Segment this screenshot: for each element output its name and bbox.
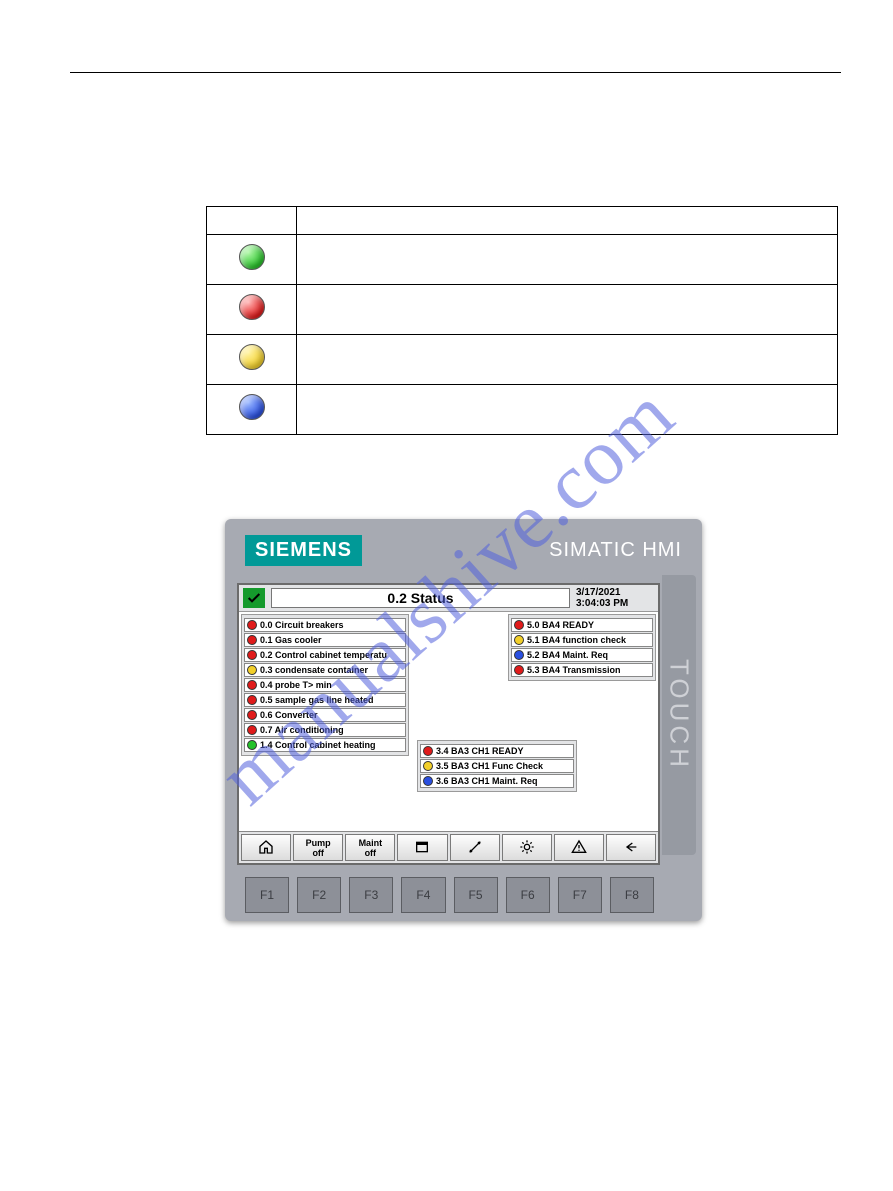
fkey-f8[interactable]: F8 bbox=[610, 877, 654, 913]
gear-icon bbox=[519, 839, 535, 857]
model-label: SIMATIC HMI bbox=[549, 539, 682, 562]
screen-titlebar: 0.2 Status 3/17/2021 3:04:03 PM bbox=[239, 585, 658, 612]
softkey-label: Maint bbox=[359, 838, 383, 848]
softkey-label: Pump bbox=[306, 838, 331, 848]
check-icon[interactable] bbox=[243, 588, 265, 608]
touch-side-label: TOUCH bbox=[662, 575, 696, 855]
status-item[interactable]: 5.3 BA4 Transmission bbox=[511, 663, 653, 677]
hmi-screen[interactable]: 0.2 Status 3/17/2021 3:04:03 PM 0.0 Circ… bbox=[237, 583, 660, 865]
datetime: 3/17/2021 3:04:03 PM bbox=[576, 587, 654, 609]
fkey-f2[interactable]: F2 bbox=[297, 877, 341, 913]
status-led-icon bbox=[423, 746, 433, 756]
back-icon bbox=[623, 839, 639, 857]
softkey-label: off bbox=[312, 848, 324, 858]
fkey-f5[interactable]: F5 bbox=[454, 877, 498, 913]
warn-icon bbox=[571, 839, 587, 857]
status-panel-mid: 3.4 BA3 CH1 READY 3.5 BA3 CH1 Func Check 3… bbox=[417, 740, 577, 792]
status-item-label: 1.4 Control cabinet heating bbox=[260, 740, 376, 750]
status-item[interactable]: 0.3 condensate container bbox=[244, 663, 406, 677]
status-item[interactable]: 3.5 BA3 CH1 Func Check bbox=[420, 759, 574, 773]
status-item[interactable]: 0.4 probe T> min bbox=[244, 678, 406, 692]
status-item-label: 0.1 Gas cooler bbox=[260, 635, 322, 645]
status-item[interactable]: 0.0 Circuit breakers bbox=[244, 618, 406, 632]
status-led-icon bbox=[423, 776, 433, 786]
status-led-icon bbox=[423, 761, 433, 771]
status-panel-left: 0.0 Circuit breakers 0.1 Gas cooler 0.2 Co… bbox=[241, 614, 409, 756]
status-led-icon bbox=[247, 650, 257, 660]
status-item-label: 5.0 BA4 READY bbox=[527, 620, 594, 630]
pump-off-button[interactable]: Pumpoff bbox=[293, 834, 343, 861]
page-top-rule bbox=[70, 72, 841, 73]
status-led-icon bbox=[514, 635, 524, 645]
tools-icon bbox=[467, 839, 483, 857]
status-item[interactable]: 0.2 Control cabinet temperatu bbox=[244, 648, 406, 662]
status-item[interactable]: 5.0 BA4 READY bbox=[511, 618, 653, 632]
status-item-label: 0.0 Circuit breakers bbox=[260, 620, 344, 630]
status-item-label: 3.5 BA3 CH1 Func Check bbox=[436, 761, 543, 771]
status-item[interactable]: 5.1 BA4 function check bbox=[511, 633, 653, 647]
back-button[interactable] bbox=[606, 834, 656, 861]
status-item-label: 0.5 sample gas line heated bbox=[260, 695, 374, 705]
status-led-icon bbox=[514, 620, 524, 630]
fkey-f7[interactable]: F7 bbox=[558, 877, 602, 913]
status-legend-table bbox=[206, 206, 838, 435]
window-icon bbox=[414, 839, 430, 857]
status-led-icon bbox=[247, 665, 257, 675]
fkey-f4[interactable]: F4 bbox=[401, 877, 445, 913]
status-item-label: 5.2 BA4 Maint. Req bbox=[527, 650, 608, 660]
status-item-label: 0.2 Control cabinet temperatu bbox=[260, 650, 387, 660]
status-item-label: 5.3 BA4 Transmission bbox=[527, 665, 621, 675]
status-item[interactable]: 0.6 Converter bbox=[244, 708, 406, 722]
status-led-icon bbox=[247, 680, 257, 690]
softkey-bar: PumpoffMaintoff bbox=[239, 831, 658, 863]
hmi-header: SIEMENS SIMATIC HMI bbox=[231, 525, 696, 580]
status-item-label: 3.4 BA3 CH1 READY bbox=[436, 746, 524, 756]
maint-off-button[interactable]: Maintoff bbox=[345, 834, 395, 861]
fkey-row: F1F2F3F4F5F6F7F8 bbox=[245, 877, 654, 913]
status-led-icon bbox=[247, 725, 257, 735]
status-item-label: 5.1 BA4 function check bbox=[527, 635, 626, 645]
window-button[interactable] bbox=[397, 834, 447, 861]
fkey-f3[interactable]: F3 bbox=[349, 877, 393, 913]
legend-dot-green-icon bbox=[239, 244, 265, 270]
status-item-label: 0.7 Air conditioning bbox=[260, 725, 344, 735]
screen-title: 0.2 Status bbox=[271, 588, 570, 608]
status-item-label: 0.6 Converter bbox=[260, 710, 318, 720]
home-icon bbox=[258, 839, 274, 857]
status-item-label: 3.6 BA3 CH1 Maint. Req bbox=[436, 776, 538, 786]
hmi-panel: SIEMENS SIMATIC HMI TOUCH 0.2 Status 3/1… bbox=[225, 519, 702, 921]
status-item[interactable]: 0.7 Air conditioning bbox=[244, 723, 406, 737]
status-item[interactable]: 0.5 sample gas line heated bbox=[244, 693, 406, 707]
legend-dot-blue-icon bbox=[239, 394, 265, 420]
status-item-label: 0.4 probe T> min bbox=[260, 680, 332, 690]
status-led-icon bbox=[247, 695, 257, 705]
status-led-icon bbox=[247, 710, 257, 720]
fkey-f6[interactable]: F6 bbox=[506, 877, 550, 913]
legend-dot-yellow-icon bbox=[239, 344, 265, 370]
status-item[interactable]: 3.6 BA3 CH1 Maint. Req bbox=[420, 774, 574, 788]
legend-dot-red-icon bbox=[239, 294, 265, 320]
status-item[interactable]: 0.1 Gas cooler bbox=[244, 633, 406, 647]
status-panel-right: 5.0 BA4 READY 5.1 BA4 function check 5.2 B… bbox=[508, 614, 656, 681]
alarm-button[interactable] bbox=[554, 834, 604, 861]
status-led-icon bbox=[247, 620, 257, 630]
status-led-icon bbox=[247, 740, 257, 750]
tools-button[interactable] bbox=[450, 834, 500, 861]
settings-button[interactable] bbox=[502, 834, 552, 861]
softkey-label: off bbox=[365, 848, 377, 858]
fkey-f1[interactable]: F1 bbox=[245, 877, 289, 913]
status-led-icon bbox=[514, 665, 524, 675]
siemens-logo: SIEMENS bbox=[245, 535, 362, 566]
status-led-icon bbox=[247, 635, 257, 645]
time-label: 3:04:03 PM bbox=[576, 598, 654, 609]
screen-body: 0.0 Circuit breakers 0.1 Gas cooler 0.2 Co… bbox=[239, 612, 658, 832]
status-item[interactable]: 5.2 BA4 Maint. Req bbox=[511, 648, 653, 662]
date-label: 3/17/2021 bbox=[576, 587, 654, 598]
status-item-label: 0.3 condensate container bbox=[260, 665, 368, 675]
status-led-icon bbox=[514, 650, 524, 660]
home-button[interactable] bbox=[241, 834, 291, 861]
status-item[interactable]: 1.4 Control cabinet heating bbox=[244, 738, 406, 752]
status-item[interactable]: 3.4 BA3 CH1 READY bbox=[420, 744, 574, 758]
